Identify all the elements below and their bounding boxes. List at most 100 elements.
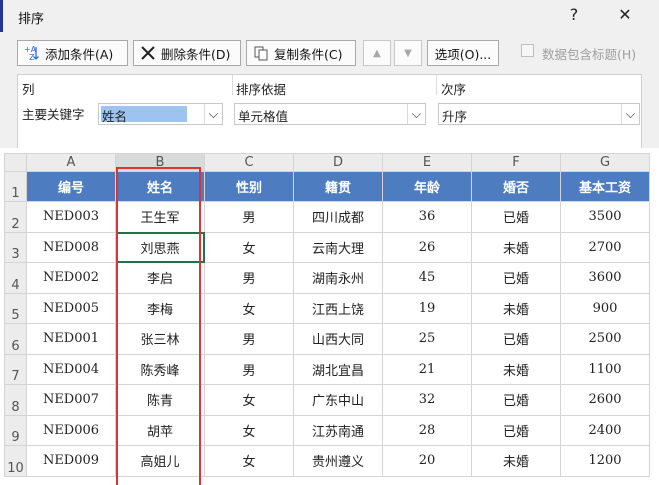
- table-cell[interactable]: 3500: [560, 201, 650, 233]
- table-cell[interactable]: 高姐儿: [115, 445, 205, 477]
- table-cell[interactable]: 未婚: [471, 445, 561, 477]
- column-letter-header[interactable]: F: [471, 153, 561, 172]
- table-cell[interactable]: 云南大理: [293, 231, 383, 263]
- header-checkbox[interactable]: [521, 44, 534, 57]
- header-cell[interactable]: 婚否: [471, 171, 561, 202]
- header-cell[interactable]: 籍贯: [293, 171, 383, 202]
- header-cell[interactable]: 年龄: [382, 171, 472, 202]
- table-cell[interactable]: 20: [382, 445, 472, 477]
- table-cell[interactable]: NED004: [26, 353, 116, 385]
- sort-order-select[interactable]: 升序 ⌵: [438, 103, 640, 125]
- table-cell[interactable]: 28: [382, 414, 472, 446]
- table-cell[interactable]: 已婚: [471, 201, 561, 233]
- table-cell[interactable]: NED006: [26, 414, 116, 446]
- table-cell[interactable]: 胡苹: [115, 414, 205, 446]
- table-cell[interactable]: 已婚: [471, 323, 561, 355]
- row-number[interactable]: 3: [4, 231, 27, 263]
- chevron-down-icon[interactable]: ⌵: [621, 104, 639, 124]
- column-letter-header[interactable]: G: [560, 153, 650, 172]
- column-letter-header[interactable]: E: [382, 153, 472, 172]
- row-number[interactable]: 2: [4, 201, 27, 233]
- row-number[interactable]: 9: [4, 414, 27, 446]
- table-cell[interactable]: 男: [204, 262, 294, 294]
- table-cell[interactable]: 男: [204, 323, 294, 355]
- table-cell[interactable]: 32: [382, 384, 472, 416]
- move-down-button[interactable]: ▼: [394, 40, 422, 66]
- table-cell[interactable]: 王生军: [115, 201, 205, 233]
- table-cell[interactable]: 已婚: [471, 384, 561, 416]
- table-cell[interactable]: 女: [204, 231, 294, 263]
- table-cell[interactable]: 湖南永州: [293, 262, 383, 294]
- table-cell[interactable]: 男: [204, 353, 294, 385]
- table-cell[interactable]: NED008: [26, 231, 116, 263]
- row-number[interactable]: 6: [4, 323, 27, 355]
- table-cell[interactable]: 男: [204, 201, 294, 233]
- sort-column-select[interactable]: 姓名 ⌵: [98, 103, 223, 125]
- sort-basis-select[interactable]: 单元格值 ⌵: [234, 103, 426, 125]
- row-number[interactable]: 10: [4, 445, 27, 477]
- column-letter-header[interactable]: C: [204, 153, 294, 172]
- table-cell[interactable]: 山西大同: [293, 323, 383, 355]
- options-button[interactable]: 选项(O)...: [427, 40, 499, 66]
- table-cell[interactable]: 45: [382, 262, 472, 294]
- row-number[interactable]: 1: [4, 171, 27, 202]
- table-cell[interactable]: 陈秀峰: [115, 353, 205, 385]
- table-cell[interactable]: NED001: [26, 323, 116, 355]
- move-up-button[interactable]: ▲: [363, 40, 391, 66]
- table-cell[interactable]: 江西上饶: [293, 292, 383, 324]
- table-cell[interactable]: 36: [382, 201, 472, 233]
- column-letter-header[interactable]: A: [26, 153, 116, 172]
- delete-level-button[interactable]: 删除条件(D): [133, 40, 241, 66]
- table-cell[interactable]: 未婚: [471, 292, 561, 324]
- column-letter-header[interactable]: B: [115, 153, 205, 172]
- row-number[interactable]: 7: [4, 353, 27, 385]
- table-cell[interactable]: 2600: [560, 384, 650, 416]
- column-letter-header[interactable]: D: [293, 153, 383, 172]
- header-cell[interactable]: 基本工资: [560, 171, 650, 202]
- row-number[interactable]: 5: [4, 292, 27, 324]
- header-cell[interactable]: 性别: [204, 171, 294, 202]
- table-cell[interactable]: 26: [382, 231, 472, 263]
- table-cell[interactable]: NED007: [26, 384, 116, 416]
- table-cell[interactable]: 四川成都: [293, 201, 383, 233]
- table-cell[interactable]: NED003: [26, 201, 116, 233]
- close-button[interactable]: ✕: [612, 3, 638, 27]
- chevron-down-icon[interactable]: ⌵: [407, 104, 425, 124]
- header-cell[interactable]: 编号: [26, 171, 116, 202]
- table-cell[interactable]: 已婚: [471, 262, 561, 294]
- table-cell[interactable]: 2700: [560, 231, 650, 263]
- table-cell[interactable]: 2500: [560, 323, 650, 355]
- table-cell[interactable]: 未婚: [471, 353, 561, 385]
- table-cell[interactable]: 张三林: [115, 323, 205, 355]
- header-cell[interactable]: 姓名: [115, 171, 205, 202]
- table-cell[interactable]: 女: [204, 384, 294, 416]
- table-cell[interactable]: 广东中山: [293, 384, 383, 416]
- row-number[interactable]: 8: [4, 384, 27, 416]
- active-cell[interactable]: 刘思燕: [115, 231, 205, 263]
- add-level-button[interactable]: +A Z 添加条件(A): [17, 40, 128, 66]
- table-cell[interactable]: 1100: [560, 353, 650, 385]
- table-cell[interactable]: 女: [204, 414, 294, 446]
- table-cell[interactable]: NED005: [26, 292, 116, 324]
- row-number[interactable]: 4: [4, 262, 27, 294]
- table-cell[interactable]: 未婚: [471, 231, 561, 263]
- table-cell[interactable]: 19: [382, 292, 472, 324]
- table-cell[interactable]: NED009: [26, 445, 116, 477]
- table-cell[interactable]: NED002: [26, 262, 116, 294]
- table-cell[interactable]: 江苏南通: [293, 414, 383, 446]
- table-cell[interactable]: 女: [204, 292, 294, 324]
- table-cell[interactable]: 女: [204, 445, 294, 477]
- table-cell[interactable]: 贵州遵义: [293, 445, 383, 477]
- chevron-down-icon[interactable]: ⌵: [204, 104, 222, 124]
- table-cell[interactable]: 3600: [560, 262, 650, 294]
- table-cell[interactable]: 李启: [115, 262, 205, 294]
- table-cell[interactable]: 2400: [560, 414, 650, 446]
- table-cell[interactable]: 21: [382, 353, 472, 385]
- table-cell[interactable]: 900: [560, 292, 650, 324]
- help-button[interactable]: ?: [561, 3, 587, 27]
- table-cell[interactable]: 25: [382, 323, 472, 355]
- table-cell[interactable]: 已婚: [471, 414, 561, 446]
- table-cell[interactable]: 李梅: [115, 292, 205, 324]
- select-all-corner[interactable]: [4, 153, 27, 172]
- table-cell[interactable]: 湖北宜昌: [293, 353, 383, 385]
